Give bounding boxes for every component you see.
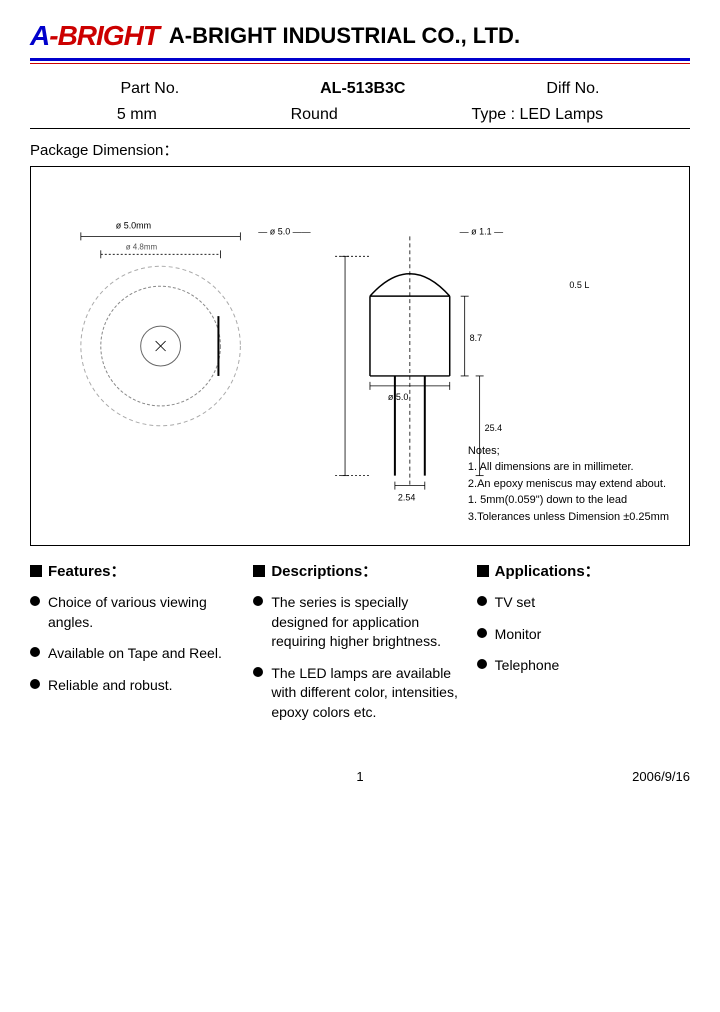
features-header: Features： [30,560,243,581]
desc-item-1: The series is specially designed for app… [253,593,466,652]
svg-text:25.4: 25.4 [485,423,502,433]
size-col: 5 mm [117,106,157,124]
bullet-circle-icon [477,596,487,606]
type-col: Type : LED Lamps [471,106,603,124]
feature-text-2: Available on Tape and Reel. [48,644,222,664]
app-text-1: TV set [495,593,535,613]
part-value-col: AL-513B3C [320,80,405,98]
note1: 1. All dimensions are in millimeter. [468,459,669,476]
descriptions-header: Descriptions： [253,560,466,581]
applications-header: Applications： [477,560,690,581]
part-info-row: Part No. AL-513B3C Diff No. [30,76,690,102]
feature-item-2: Available on Tape and Reel. [30,644,243,664]
svg-text:0.5 L: 0.5 L [569,280,589,290]
part-info-divider [30,128,690,129]
svg-text:— ø 5.0 ——: — ø 5.0 —— [258,226,310,236]
descriptions-square-icon [253,565,265,577]
sub-info-row: 5 mm Round Type : LED Lamps [30,106,690,124]
descriptions-header-label: Descriptions： [271,560,377,581]
logo: A-BRIGHT [30,20,159,52]
app-item-1: TV set [477,593,690,613]
svg-text:2.54: 2.54 [398,493,415,503]
note4: 3.Tolerances unless Dimension ±0.25mm [468,509,669,526]
bullet-circle-icon [253,596,263,606]
header-line1 [30,58,690,61]
bullet-circle-icon [253,667,263,677]
notes-title: Notes; [468,443,669,460]
header-line2 [30,63,690,64]
diagram-notes: Notes; 1. All dimensions are in millimet… [468,443,669,526]
svg-text:ø 5.0mm: ø 5.0mm [116,220,151,230]
descriptions-col: Descriptions： The series is specially de… [253,560,466,735]
bullet-circle-icon [30,596,40,606]
bullet-circle-icon [477,659,487,669]
size-label: 5 mm [117,106,157,123]
app-item-3: Telephone [477,656,690,676]
features-col: Features： Choice of various viewing angl… [30,560,243,735]
feature-text-1: Choice of various viewing angles. [48,593,243,632]
svg-text:8.7: 8.7 [470,333,482,343]
part-no-label: Part No. [120,80,179,97]
bullet-circle-icon [30,647,40,657]
applications-header-label: Applications： [495,560,600,581]
app-text-2: Monitor [495,625,542,645]
bullet-circle-icon [30,679,40,689]
features-square-icon [30,565,42,577]
logo-bright: BRIGHT [58,20,159,51]
footer: 1 2006/9/16 [30,765,690,784]
note2: 2.An epoxy meniscus may extend about. [468,476,669,493]
svg-text:ø 4.8mm: ø 4.8mm [126,242,158,251]
company-name: A-BRIGHT INDUSTRIAL CO., LTD. [169,23,520,49]
shape-col: Round [291,106,338,124]
desc-text-1: The series is specially designed for app… [271,593,466,652]
part-no-value: AL-513B3C [320,80,405,97]
footer-date: 2006/9/16 [470,769,690,784]
bottom-section: Features： Choice of various viewing angl… [30,560,690,735]
applications-col: Applications： TV set Monitor Telephone [477,560,690,735]
package-title: Package Dimension： [30,139,690,160]
note3: 1. 5mm(0.059") down to the lead [468,492,669,509]
desc-text-2: The LED lamps are available with differe… [271,664,466,723]
page-number: 1 [250,769,470,784]
diff-no-col: Diff No. [546,80,599,98]
shape-label: Round [291,106,338,123]
bullet-circle-icon [477,628,487,638]
logo-a: A [30,20,49,51]
applications-square-icon [477,565,489,577]
diagram-box: ø 5.0mm ø 4.8mm 8.7 ø [30,166,690,546]
features-header-label: Features： [48,560,126,581]
diff-no-label: Diff No. [546,80,599,97]
app-item-2: Monitor [477,625,690,645]
app-text-3: Telephone [495,656,560,676]
desc-item-2: The LED lamps are available with differe… [253,664,466,723]
header: A-BRIGHT A-BRIGHT INDUSTRIAL CO., LTD. [30,20,690,52]
feature-text-3: Reliable and robust. [48,676,173,696]
svg-text:— ø 1.1 —: — ø 1.1 — [460,226,503,236]
part-no-col: Part No. [120,80,179,98]
feature-item-3: Reliable and robust. [30,676,243,696]
feature-item-1: Choice of various viewing angles. [30,593,243,632]
type-label: Type : LED Lamps [471,106,603,123]
logo-hyphen: - [49,20,57,51]
svg-text:ø 5.0: ø 5.0 [388,392,408,402]
